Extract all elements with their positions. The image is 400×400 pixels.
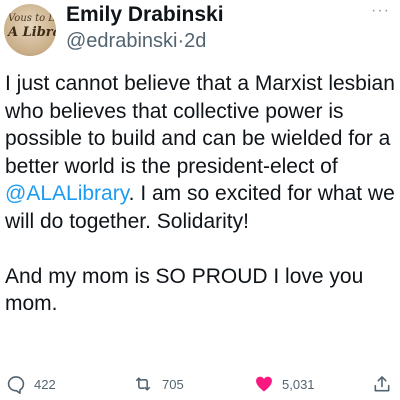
tweet-body: I just cannot believe that a Marxist les… xyxy=(5,70,397,318)
mention-link[interactable]: @ALALibrary xyxy=(5,182,129,205)
retweet-icon xyxy=(135,377,151,391)
avatar-text-top: Vous to Live xyxy=(8,13,56,24)
avatar[interactable]: Vous to Live A Library xyxy=(4,4,56,56)
reply-icon xyxy=(7,376,25,394)
share-button[interactable] xyxy=(372,372,392,396)
reply-button[interactable]: 422 xyxy=(6,372,56,396)
retweet-button[interactable]: 705 xyxy=(132,372,184,396)
retweet-count: 705 xyxy=(162,376,184,392)
heart-icon xyxy=(256,376,272,392)
like-count: 5,031 xyxy=(282,376,315,392)
like-button[interactable]: 5,031 xyxy=(254,372,315,396)
tweet-card: Vous to Live A Library Emily Drabinski @… xyxy=(0,0,400,400)
avatar-text-main: A Library xyxy=(8,25,56,40)
handle-row: @edrabinski·2d xyxy=(66,30,206,53)
share-icon xyxy=(374,376,390,392)
more-icon[interactable]: ··· xyxy=(371,3,390,19)
display-name[interactable]: Emily Drabinski xyxy=(66,3,224,27)
handle[interactable]: @edrabinski xyxy=(66,30,177,52)
reply-count: 422 xyxy=(34,376,56,392)
tweet-paragraph-1: I just cannot believe that a Marxist les… xyxy=(5,70,397,236)
action-bar: 422 705 5,031 xyxy=(0,372,400,396)
timestamp[interactable]: 2d xyxy=(184,30,206,52)
tweet-text-start: I just cannot believe that a Marxist les… xyxy=(5,72,395,178)
tweet-paragraph-2: And my mom is SO PROUD I love you mom. xyxy=(5,264,364,316)
